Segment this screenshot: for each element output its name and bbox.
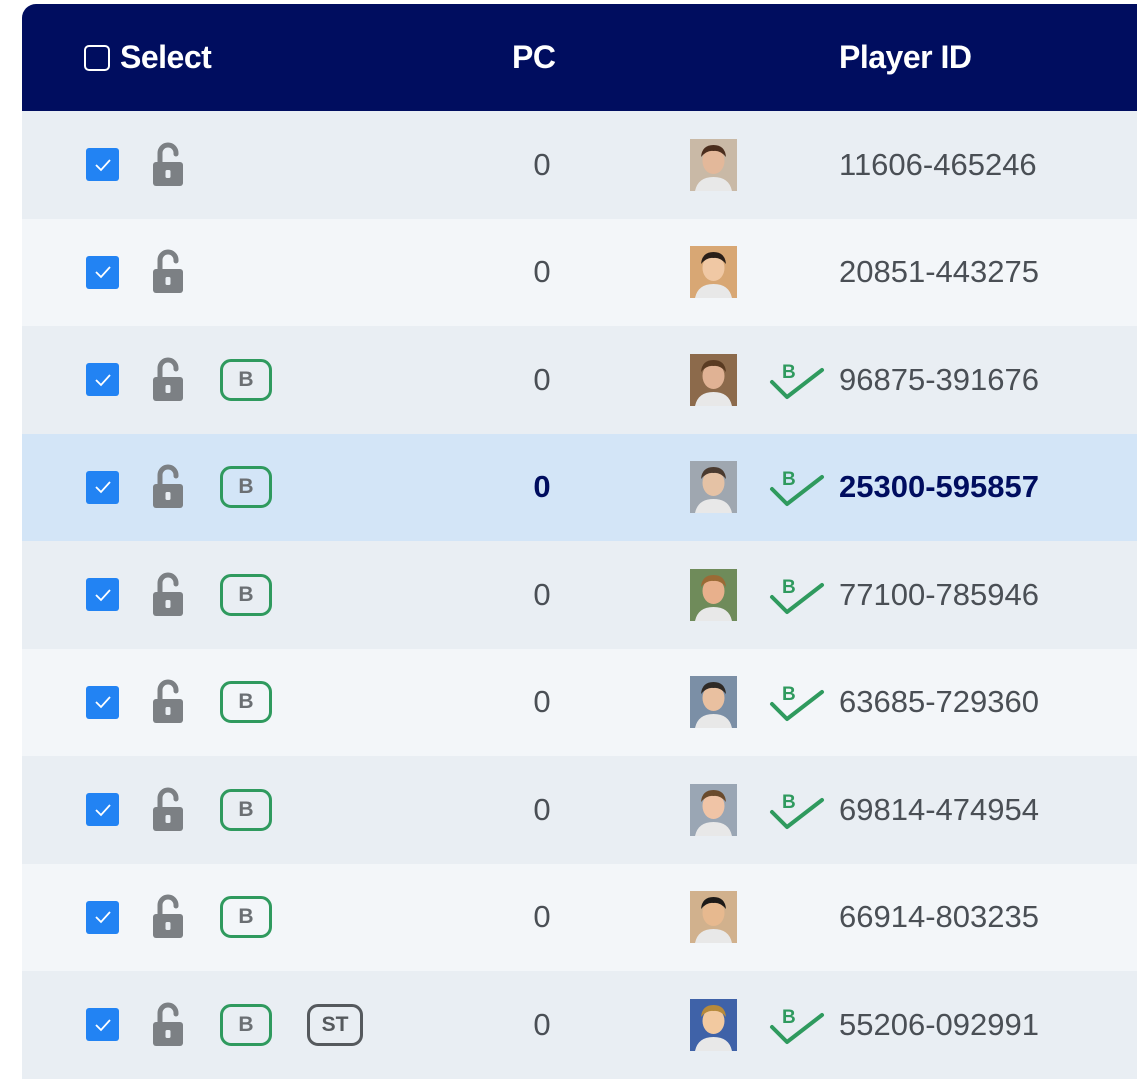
b-badge: B bbox=[220, 971, 272, 1079]
checkmark-icon bbox=[86, 148, 119, 182]
table-row[interactable]: B 0 66914-803235 bbox=[22, 863, 1137, 972]
select-all-checkbox[interactable] bbox=[84, 44, 110, 71]
unlocked-padlock-icon[interactable] bbox=[150, 971, 186, 1079]
avatar bbox=[690, 971, 737, 1079]
table-row[interactable]: 0 11606-465246 bbox=[22, 111, 1137, 219]
svg-text:B: B bbox=[782, 469, 796, 490]
checkmark-icon bbox=[86, 470, 119, 504]
pc-value: 0 bbox=[533, 146, 551, 182]
unlocked-padlock-icon[interactable] bbox=[150, 219, 186, 327]
svg-text:B: B bbox=[782, 792, 796, 813]
pc-value: 0 bbox=[533, 576, 551, 612]
player-id[interactable]: 63685-729360 bbox=[839, 649, 1039, 757]
avatar bbox=[690, 326, 737, 434]
row-select-checkbox[interactable] bbox=[86, 756, 119, 864]
row-select-checkbox[interactable] bbox=[86, 649, 119, 757]
row-select-checkbox[interactable] bbox=[86, 971, 119, 1079]
b-badge: B bbox=[220, 541, 272, 649]
avatar bbox=[690, 111, 737, 219]
b-badge: B bbox=[220, 434, 272, 542]
b-badge: B bbox=[220, 756, 272, 864]
svg-text:B: B bbox=[782, 577, 796, 598]
table-row[interactable]: B 0 B 96875-391676 bbox=[22, 326, 1137, 434]
select-header-label: Select bbox=[120, 39, 212, 75]
table-row[interactable]: B 0 B 77100-785946 bbox=[22, 541, 1137, 649]
player-id[interactable]: 96875-391676 bbox=[839, 326, 1039, 434]
b-badge: B bbox=[220, 864, 272, 972]
unlocked-padlock-icon[interactable] bbox=[150, 434, 186, 542]
unlocked-padlock-icon[interactable] bbox=[150, 326, 186, 434]
avatar bbox=[690, 756, 737, 864]
pc-value: 0 bbox=[533, 1006, 551, 1042]
pc-value: 0 bbox=[533, 469, 551, 505]
avatar bbox=[690, 434, 737, 542]
player-table: Select PC Player ID 0 11606-465246 0 20851-… bbox=[22, 4, 1137, 1079]
checkmark-icon bbox=[86, 255, 119, 289]
avatar bbox=[690, 541, 737, 649]
player-id[interactable]: 25300-595857 bbox=[839, 434, 1039, 542]
player-id[interactable]: 69814-474954 bbox=[839, 756, 1039, 864]
b-check-icon: B bbox=[767, 434, 829, 542]
row-select-checkbox[interactable] bbox=[86, 326, 119, 434]
select-all-header[interactable]: Select bbox=[84, 4, 212, 111]
svg-text:B: B bbox=[782, 362, 796, 383]
pc-value: 0 bbox=[533, 254, 551, 290]
pc-value: 0 bbox=[533, 361, 551, 397]
b-check-icon: B bbox=[767, 326, 829, 434]
table-row[interactable]: 0 20851-443275 bbox=[22, 218, 1137, 327]
avatar bbox=[690, 219, 737, 327]
svg-text:B: B bbox=[782, 1007, 796, 1028]
row-select-checkbox[interactable] bbox=[86, 111, 119, 219]
row-select-checkbox[interactable] bbox=[86, 434, 119, 542]
table-row[interactable]: B 0 B 63685-729360 bbox=[22, 648, 1137, 757]
pc-value: 0 bbox=[533, 791, 551, 827]
b-check-icon: B bbox=[767, 649, 829, 757]
pc-column-header[interactable]: PC bbox=[512, 4, 556, 111]
avatar bbox=[690, 864, 737, 972]
table-header: Select PC Player ID bbox=[22, 4, 1137, 111]
unlocked-padlock-icon[interactable] bbox=[150, 649, 186, 757]
checkmark-icon bbox=[86, 363, 119, 397]
checkmark-icon bbox=[86, 900, 119, 934]
checkmark-icon bbox=[86, 793, 119, 827]
unlocked-padlock-icon[interactable] bbox=[150, 864, 186, 972]
unlocked-padlock-icon[interactable] bbox=[150, 111, 186, 219]
b-badge: B bbox=[220, 649, 272, 757]
table-body: 0 11606-465246 0 20851-443275 B 0 B 96875-39167… bbox=[22, 111, 1137, 1079]
player-id[interactable]: 77100-785946 bbox=[839, 541, 1039, 649]
pc-value: 0 bbox=[533, 899, 551, 935]
checkmark-icon bbox=[86, 1008, 119, 1042]
b-check-icon: B bbox=[767, 971, 829, 1079]
st-badge: ST bbox=[307, 971, 363, 1079]
player-id[interactable]: 66914-803235 bbox=[839, 864, 1039, 972]
pc-value: 0 bbox=[533, 684, 551, 720]
b-check-icon: B bbox=[767, 541, 829, 649]
svg-text:B: B bbox=[782, 684, 796, 705]
unlocked-padlock-icon[interactable] bbox=[150, 756, 186, 864]
table-row[interactable]: B 0 B 25300-595857 bbox=[22, 433, 1137, 542]
player-id[interactable]: 55206-092991 bbox=[839, 971, 1039, 1079]
checkmark-icon bbox=[86, 578, 119, 612]
row-select-checkbox[interactable] bbox=[86, 219, 119, 327]
b-check-icon: B bbox=[767, 756, 829, 864]
row-select-checkbox[interactable] bbox=[86, 864, 119, 972]
player-id[interactable]: 20851-443275 bbox=[839, 219, 1039, 327]
player-id[interactable]: 11606-465246 bbox=[839, 111, 1037, 219]
table-row[interactable]: B ST 0 B 55206-092991 bbox=[22, 971, 1137, 1079]
row-select-checkbox[interactable] bbox=[86, 541, 119, 649]
unlocked-padlock-icon[interactable] bbox=[150, 541, 186, 649]
player-id-column-header[interactable]: Player ID bbox=[839, 4, 972, 111]
avatar bbox=[690, 649, 737, 757]
table-row[interactable]: B 0 B 69814-474954 bbox=[22, 756, 1137, 864]
b-badge: B bbox=[220, 326, 272, 434]
checkmark-icon bbox=[86, 685, 119, 719]
